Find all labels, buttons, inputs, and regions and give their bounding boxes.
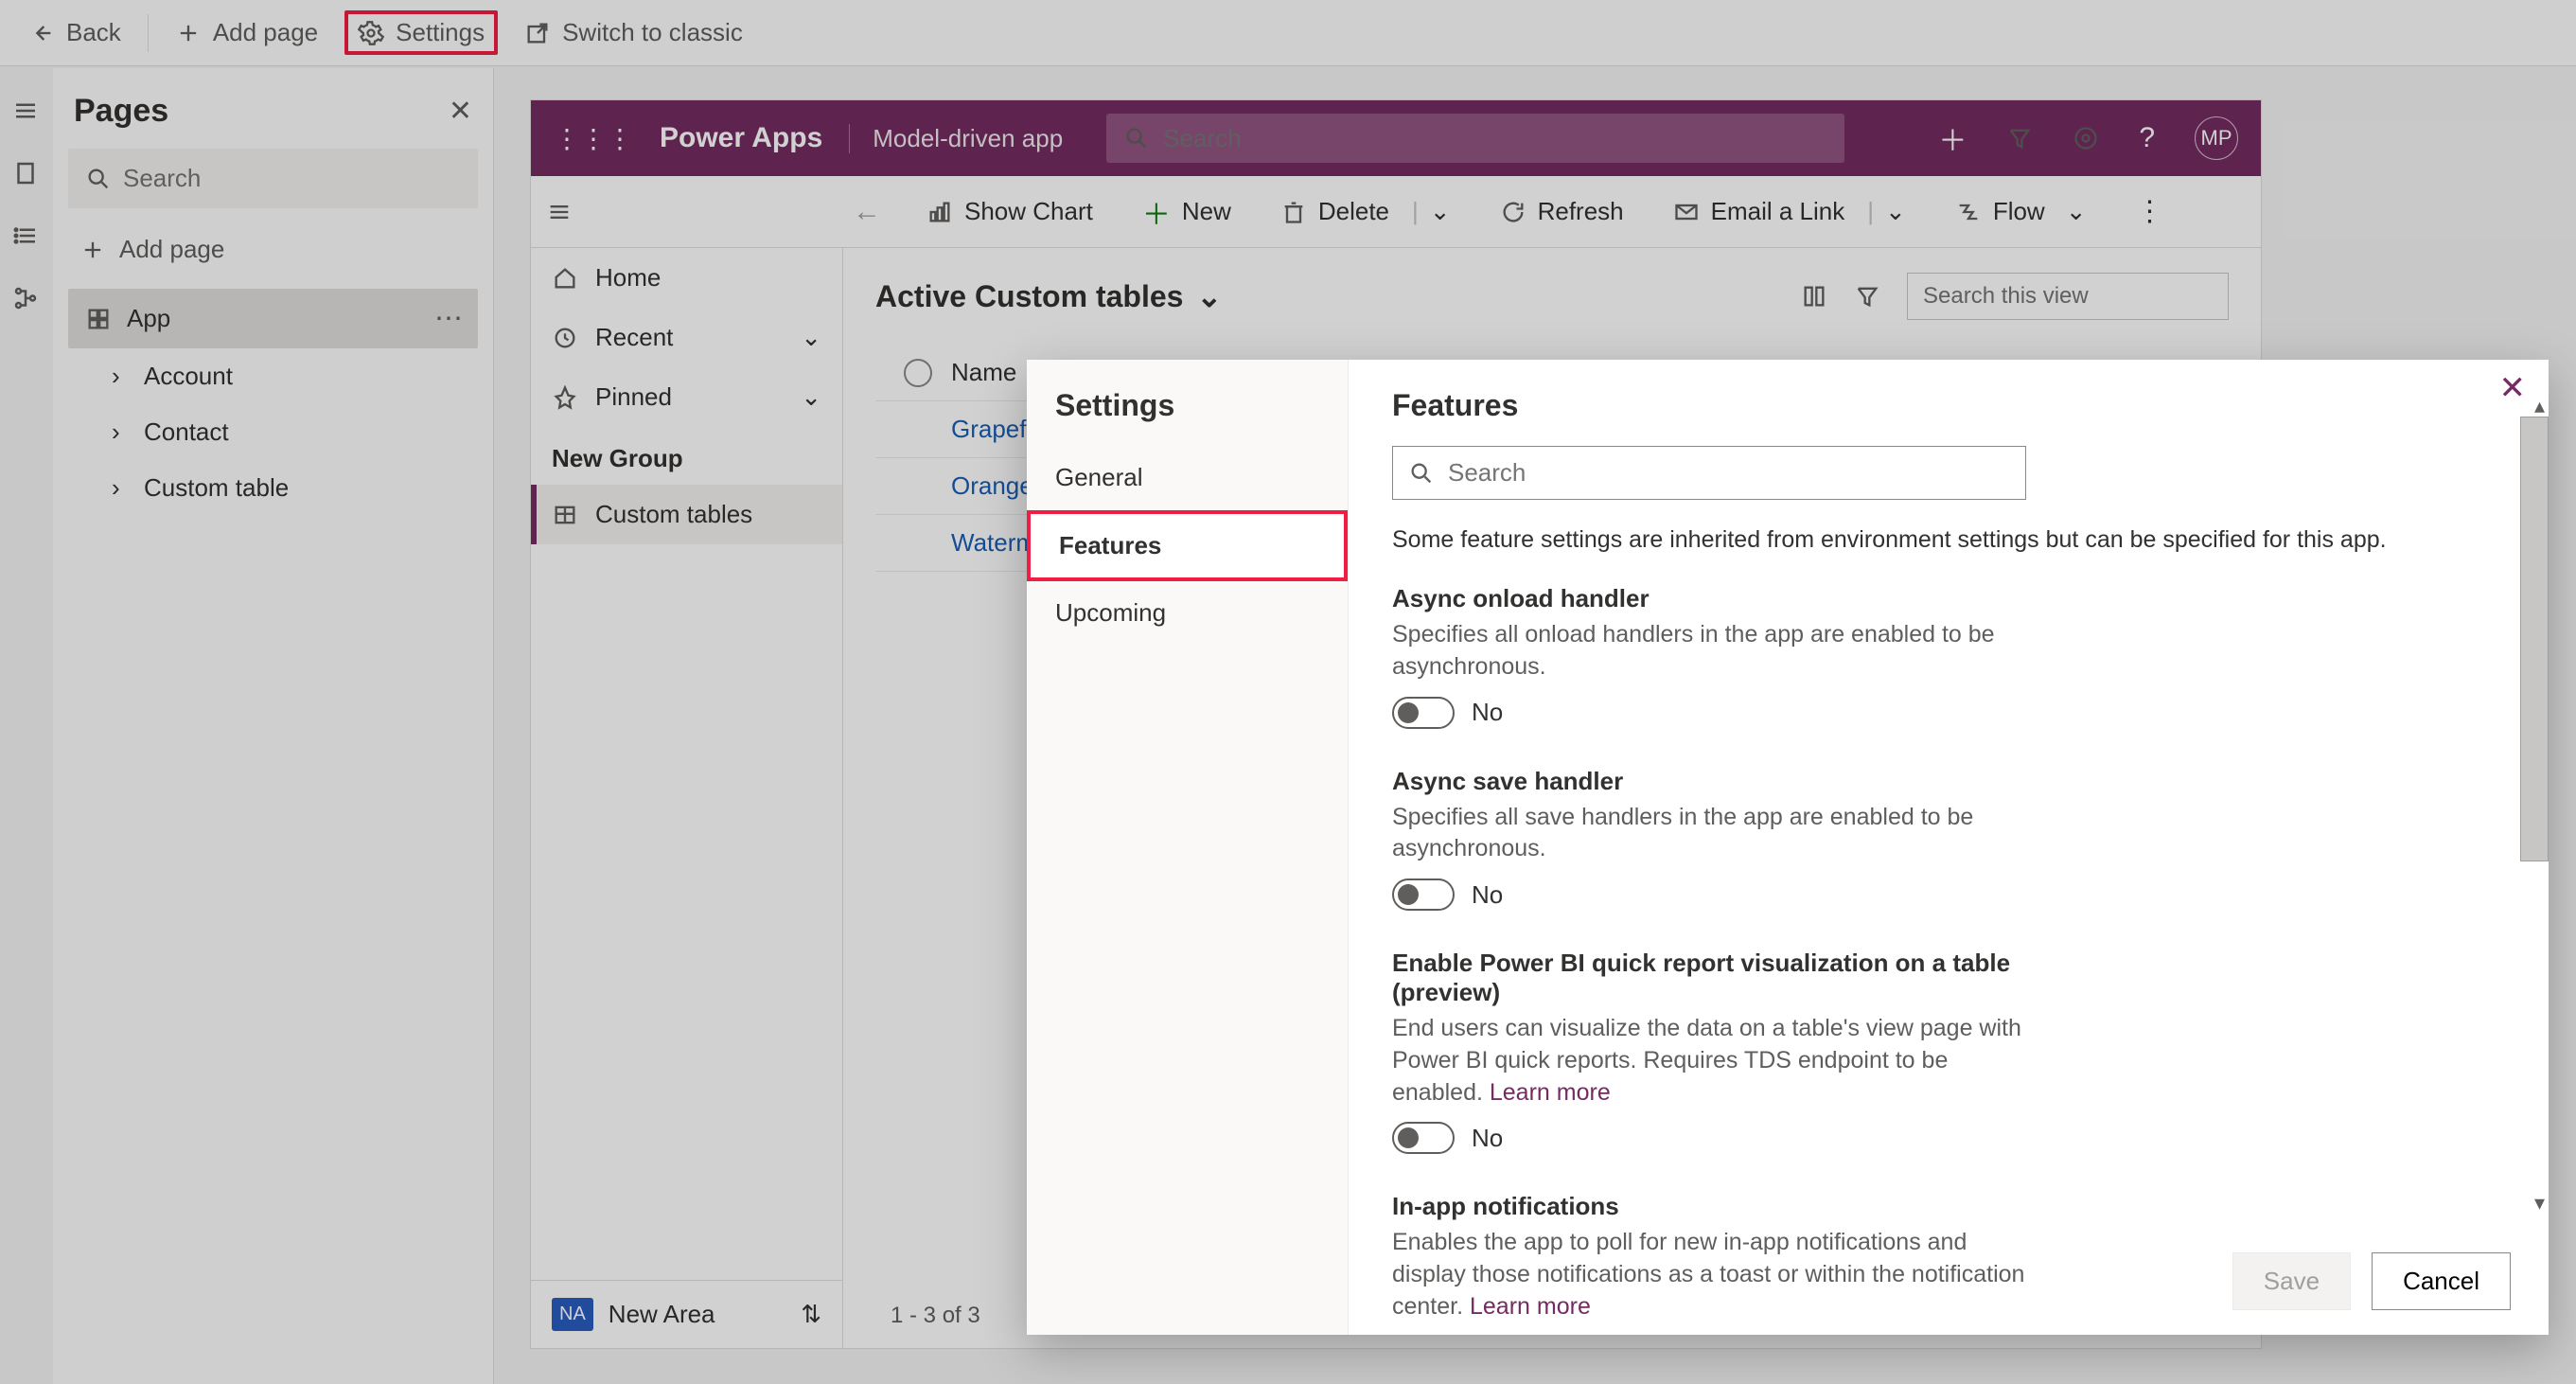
learn-more-link[interactable]: Learn more — [1490, 1079, 1611, 1106]
settings-close-icon[interactable]: ✕ — [2499, 369, 2527, 407]
feature-title: Async onload handler — [1392, 584, 2036, 613]
toggle-label: No — [1472, 698, 1503, 727]
search-icon — [1408, 460, 1435, 487]
cancel-button[interactable]: Cancel — [2372, 1252, 2511, 1310]
scroll-up-icon[interactable]: ▴ — [2534, 394, 2545, 418]
feature-title: Enable Power BI quick report visualizati… — [1392, 949, 2036, 1007]
settings-nav-features[interactable]: Features — [1027, 510, 1348, 581]
toggle-label: No — [1472, 1124, 1503, 1153]
feature-block: Enable Power BI quick report visualizati… — [1392, 949, 2036, 1154]
feature-title: Async save handler — [1392, 767, 2036, 796]
settings-nav-upcoming[interactable]: Upcoming — [1027, 581, 1348, 646]
feature-block: Async onload handler Specifies all onload… — [1392, 584, 2036, 729]
feature-desc: Enables the app to poll for new in-app n… — [1392, 1227, 2036, 1322]
feature-toggle[interactable] — [1392, 878, 1455, 911]
settings-title: Settings — [1027, 388, 1348, 446]
features-search[interactable] — [1392, 446, 2026, 500]
scroll-down-icon[interactable]: ▾ — [2534, 1191, 2545, 1215]
feature-toggle[interactable] — [1392, 697, 1455, 729]
feature-desc: End users can visualize the data on a ta… — [1392, 1013, 2036, 1109]
feature-block: Async save handler Specifies all save han… — [1392, 767, 2036, 912]
feature-block: In-app notifications Enables the app to p… — [1392, 1192, 2036, 1335]
feature-title: In-app notifications — [1392, 1192, 2036, 1221]
feature-toggle[interactable] — [1392, 1122, 1455, 1154]
feature-desc: Specifies all save handlers in the app a… — [1392, 802, 2036, 866]
settings-right-title: Features — [1392, 388, 2505, 423]
features-search-input[interactable] — [1448, 458, 2010, 488]
feature-desc: Specifies all onload handlers in the app… — [1392, 619, 2036, 683]
settings-nav-general[interactable]: General — [1027, 446, 1348, 510]
learn-more-link[interactable]: Learn more — [1470, 1293, 1591, 1320]
save-button[interactable]: Save — [2232, 1252, 2351, 1310]
features-intro: Some feature settings are inherited from… — [1392, 526, 2505, 554]
toggle-label: No — [1472, 880, 1503, 910]
scrollbar[interactable] — [2520, 417, 2549, 861]
